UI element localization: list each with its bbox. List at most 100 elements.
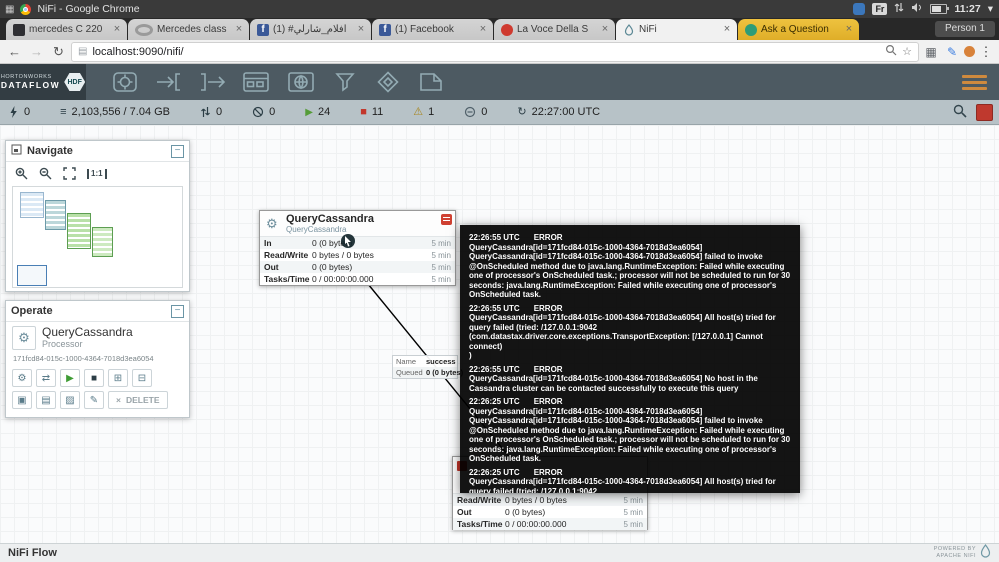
active-threads-status: 0 xyxy=(8,106,30,118)
stat-row: Tasks/Time 0 / 00:00:00.000 5 min xyxy=(260,273,455,285)
tab-facebook-hashtag[interactable]: f (1) #افلام_شارلي × xyxy=(250,19,371,40)
tray-app-icon[interactable] xyxy=(853,3,865,15)
stat-row: Read/Write 0 bytes / 0 bytes 5 min xyxy=(453,494,647,506)
tab-close-icon[interactable]: × xyxy=(721,24,733,36)
paste-button[interactable]: ▤ xyxy=(36,391,56,409)
navigate-panel: Navigate − 1:1 xyxy=(5,140,190,292)
green-favicon-icon xyxy=(745,24,757,36)
birdseye-map[interactable] xyxy=(12,186,183,288)
url-text[interactable]: localhost:9090/nifi/ xyxy=(92,46,880,58)
threads-icon xyxy=(8,106,19,118)
birdseye-cluster xyxy=(20,192,44,218)
tab-label: NiFi xyxy=(639,24,717,35)
keyboard-layout-indicator[interactable]: Fr xyxy=(872,3,887,15)
bookmark-star-icon[interactable]: ☆ xyxy=(902,45,912,58)
tab-close-icon[interactable]: × xyxy=(843,24,855,36)
refresh-status[interactable]: ↻ 22:27:00 UTC xyxy=(517,106,600,118)
logo-line1: HORTONWORKS xyxy=(1,74,60,81)
bulletin-badge-icon[interactable] xyxy=(441,214,452,225)
address-bar[interactable]: ▤ localhost:9090/nifi/ ☆ xyxy=(71,42,919,62)
bulletin-level: ERROR xyxy=(534,365,563,375)
breadcrumb[interactable]: NiFi Flow xyxy=(8,547,57,559)
stop-button[interactable]: ■ xyxy=(84,369,104,387)
copy-button[interactable]: ▣ xyxy=(12,391,32,409)
volume-icon[interactable] xyxy=(911,2,923,16)
queued-count: 2,103,556 / 7.04 GB xyxy=(72,106,170,118)
collapse-operate-button[interactable]: − xyxy=(171,305,184,318)
remote-process-group-component-icon[interactable] xyxy=(286,70,316,94)
collapse-navigate-button[interactable]: − xyxy=(171,145,184,158)
zoom-in-button[interactable] xyxy=(15,167,28,180)
powered-by-line1: POWERED BY xyxy=(934,546,976,553)
tab-close-icon[interactable]: × xyxy=(599,24,611,36)
zoom-fit-button[interactable] xyxy=(63,167,76,180)
global-menu-icon[interactable] xyxy=(962,75,987,90)
chrome-logo-icon xyxy=(20,4,31,15)
tab-mercedes-c220[interactable]: mercedes C 220 × xyxy=(6,19,127,40)
nifi-header: HORTONWORKS DATAFLOW HDF xyxy=(0,64,999,100)
tab-facebook[interactable]: f (1) Facebook × xyxy=(372,19,493,40)
chrome-menu-icon[interactable]: ⋮ xyxy=(978,44,994,60)
battery-icon[interactable] xyxy=(930,4,947,14)
zoom-icon[interactable] xyxy=(885,44,897,59)
label-component-icon[interactable] xyxy=(417,70,445,94)
tab-close-icon[interactable]: × xyxy=(355,24,367,36)
tab-label: Ask a Question xyxy=(761,24,839,35)
pencil-extension-icon[interactable]: ✎ xyxy=(943,45,961,59)
forward-button[interactable]: → xyxy=(27,44,46,59)
process-group-component-icon[interactable] xyxy=(241,70,271,94)
caret-down-icon[interactable]: ▾ xyxy=(988,3,993,15)
clock[interactable]: 11:27 xyxy=(954,3,980,15)
stat-label: Tasks/Time xyxy=(264,274,312,284)
bulletin-indicator[interactable] xyxy=(976,104,993,121)
tab-close-icon[interactable]: × xyxy=(477,24,489,36)
input-port-component-icon[interactable] xyxy=(155,70,183,94)
orange-extension-icon[interactable] xyxy=(964,46,975,57)
create-template-button[interactable]: ⊞ xyxy=(108,369,128,387)
bulletin-message: QueryCassandra[id=171fcd84-015c-1000-436… xyxy=(469,374,791,393)
delete-button[interactable]: × DELETE xyxy=(108,391,168,409)
window-title: NiFi - Google Chrome xyxy=(37,3,139,15)
network-arrows-icon[interactable] xyxy=(894,2,904,16)
zoom-out-button[interactable] xyxy=(39,167,52,180)
back-button[interactable]: ← xyxy=(5,44,24,59)
zoom-actual-button[interactable]: 1:1 xyxy=(87,169,107,179)
not-transmitting-count: 0 xyxy=(269,106,275,118)
processor-querycassandra[interactable]: ⚙ QueryCassandra QueryCassandra In 0 (0 … xyxy=(259,210,456,286)
tab-mercedes-class[interactable]: Mercedes class c × xyxy=(128,19,249,40)
tab-label: (1) #افلام_شارلي xyxy=(273,24,351,35)
launcher-grid-icon[interactable]: ▦ xyxy=(5,4,14,15)
output-port-component-icon[interactable] xyxy=(198,70,226,94)
template-component-icon[interactable] xyxy=(374,70,402,94)
search-icon[interactable] xyxy=(953,104,967,121)
reload-button[interactable]: ↻ xyxy=(49,44,68,60)
bulletin-message: ) xyxy=(469,351,791,361)
grid-extension-icon[interactable]: ▦ xyxy=(922,45,940,59)
stat-value: 0 / 00:00:00.000 xyxy=(312,274,431,284)
breadcrumb-bar: NiFi Flow POWERED BY APACHE NIFI xyxy=(0,543,999,562)
profile-button[interactable]: Person 1 xyxy=(935,21,995,37)
car-favicon-icon xyxy=(13,24,25,36)
connection-name-value: success xyxy=(426,357,456,366)
last-refresh-time: 22:27:00 UTC xyxy=(532,106,600,118)
birdseye-cluster xyxy=(92,227,113,257)
processor-component-icon[interactable] xyxy=(110,70,140,94)
start-button[interactable]: ▶ xyxy=(60,369,80,387)
birdseye-viewport[interactable] xyxy=(17,265,47,286)
enable-disable-button[interactable]: ⇄ xyxy=(36,369,56,387)
brush-button[interactable]: ✎ xyxy=(84,391,104,409)
tab-ask-question[interactable]: Ask a Question × xyxy=(738,19,859,40)
configure-button[interactable]: ⚙ xyxy=(12,369,32,387)
tab-close-icon[interactable]: × xyxy=(233,24,245,36)
processor-gear-icon: ⚙ xyxy=(266,216,278,232)
tab-nifi[interactable]: NiFi × xyxy=(616,19,737,40)
upload-template-button[interactable]: ⊟ xyxy=(132,369,152,387)
connection-queued-value: 0 (0 bytes) xyxy=(426,368,463,377)
fill-color-button[interactable]: ▨ xyxy=(60,391,80,409)
tab-close-icon[interactable]: × xyxy=(111,24,123,36)
funnel-component-icon[interactable] xyxy=(331,70,359,94)
tab-la-voce[interactable]: La Voce Della S × xyxy=(494,19,615,40)
refresh-icon[interactable]: ↻ xyxy=(517,107,526,118)
connection-label[interactable]: Name success Queued 0 (0 bytes) xyxy=(392,355,458,379)
flow-canvas[interactable]: Navigate − 1:1 xyxy=(0,125,999,543)
